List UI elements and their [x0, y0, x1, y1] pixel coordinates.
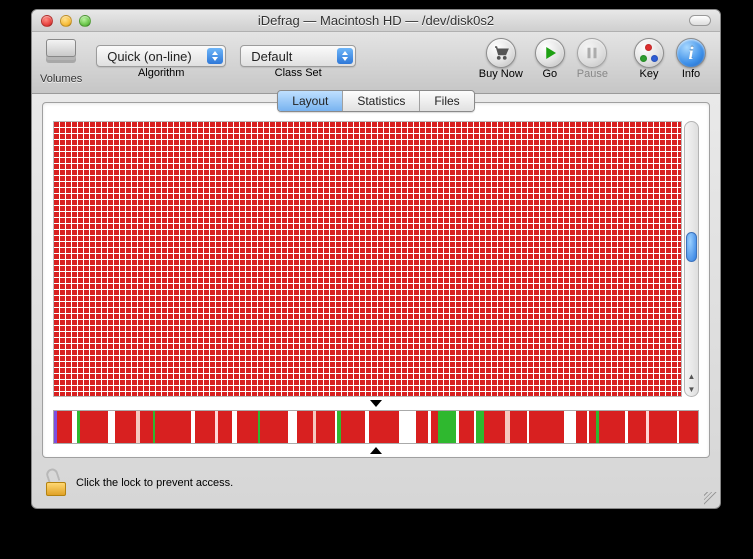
window-close-button[interactable]	[41, 15, 53, 27]
overview-stripe	[57, 411, 72, 443]
overview-stripe	[476, 411, 484, 443]
toolbar-toggle-pill[interactable]	[689, 15, 711, 26]
unlocked-padlock-icon[interactable]	[46, 470, 68, 496]
tab-layout[interactable]: Layout	[278, 91, 342, 111]
info-label: Info	[682, 68, 700, 80]
overview-marker-top-icon	[370, 400, 382, 407]
info-icon: i	[676, 38, 706, 68]
classset-popup[interactable]: Default	[240, 45, 356, 67]
color-key-icon	[634, 38, 664, 68]
overview-marker-bottom-icon	[370, 447, 382, 454]
lock-text: Click the lock to prevent access.	[76, 477, 233, 489]
view-tabs: Layout Statistics Files	[277, 90, 474, 112]
title-bar[interactable]: iDefrag — Macintosh HD — /dev/disk0s2	[32, 10, 720, 32]
overview-stripe	[649, 411, 677, 443]
overview-stripe	[510, 411, 527, 443]
app-window: iDefrag — Macintosh HD — /dev/disk0s2 Vo…	[31, 9, 721, 509]
overview-stripe	[316, 411, 335, 443]
algorithm-label: Algorithm	[138, 67, 184, 79]
overview-stripe	[438, 411, 456, 443]
classset-label: Class Set	[275, 67, 322, 79]
go-button[interactable]: Go	[535, 35, 565, 80]
pause-button: Pause	[577, 35, 608, 80]
overview-stripe	[218, 411, 232, 443]
cart-icon	[486, 38, 516, 68]
overview-stripe	[155, 411, 191, 443]
vertical-scrollbar[interactable]: ▲ ▼	[684, 121, 699, 397]
overview-stripe	[260, 411, 288, 443]
key-label: Key	[640, 68, 659, 80]
overview-stripe	[399, 411, 416, 443]
classset-group: Default Class Set	[240, 35, 356, 79]
scroll-down-arrow-icon[interactable]: ▼	[685, 383, 698, 396]
overview-stripe	[529, 411, 564, 443]
go-label: Go	[542, 68, 557, 80]
window-title: iDefrag — Macintosh HD — /dev/disk0s2	[32, 13, 720, 28]
toolbar: Volumes Quick (on-line) Algorithm Defaul…	[32, 32, 720, 94]
algorithm-group: Quick (on-line) Algorithm	[96, 35, 226, 79]
block-map[interactable]	[53, 121, 682, 397]
overview-stripe	[679, 411, 698, 443]
overview-stripe	[416, 411, 428, 443]
overview-stripe	[80, 411, 108, 443]
overview-stripe	[341, 411, 365, 443]
tab-files[interactable]: Files	[419, 91, 473, 111]
overview-stripe	[288, 411, 298, 443]
key-button[interactable]: Key	[634, 35, 664, 80]
overview-stripe	[369, 411, 399, 443]
play-icon	[535, 38, 565, 68]
algorithm-value: Quick (on-line)	[107, 49, 192, 64]
overview-stripe	[140, 411, 152, 443]
block-map-area: ▲ ▼	[53, 121, 699, 397]
disk-overview-strip[interactable]	[53, 407, 699, 447]
pause-label: Pause	[577, 68, 608, 80]
volumes-button[interactable]: Volumes	[40, 35, 82, 85]
algorithm-popup[interactable]: Quick (on-line)	[96, 45, 226, 67]
overview-strip[interactable]	[53, 410, 699, 444]
content-pane: Layout Statistics Files ▲ ▼	[42, 102, 710, 458]
overview-stripe	[564, 411, 576, 443]
window-zoom-button[interactable]	[79, 15, 91, 27]
buy-now-label: Buy Now	[479, 68, 523, 80]
window-resize-handle[interactable]	[704, 492, 717, 505]
overview-stripe	[108, 411, 115, 443]
overview-stripe	[576, 411, 587, 443]
lock-row: Click the lock to prevent access.	[46, 470, 233, 496]
overview-stripe	[628, 411, 646, 443]
overview-stripe	[297, 411, 313, 443]
classset-value: Default	[251, 49, 292, 64]
overview-stripe	[431, 411, 438, 443]
overview-stripe	[237, 411, 258, 443]
window-minimize-button[interactable]	[60, 15, 72, 27]
volumes-label: Volumes	[40, 73, 82, 85]
pause-icon	[577, 38, 607, 68]
overview-stripe	[195, 411, 215, 443]
info-button[interactable]: i Info	[676, 35, 706, 80]
scrollbar-thumb[interactable]	[686, 232, 697, 262]
tab-statistics[interactable]: Statistics	[342, 91, 419, 111]
overview-stripe	[484, 411, 505, 443]
drive-stack-icon	[44, 35, 78, 71]
overview-stripe	[459, 411, 473, 443]
overview-stripe	[599, 411, 625, 443]
popup-arrows-icon	[337, 48, 353, 64]
scroll-up-arrow-icon[interactable]: ▲	[685, 370, 698, 383]
buy-now-button[interactable]: Buy Now	[479, 35, 523, 80]
overview-stripe	[115, 411, 136, 443]
popup-arrows-icon	[207, 48, 223, 64]
